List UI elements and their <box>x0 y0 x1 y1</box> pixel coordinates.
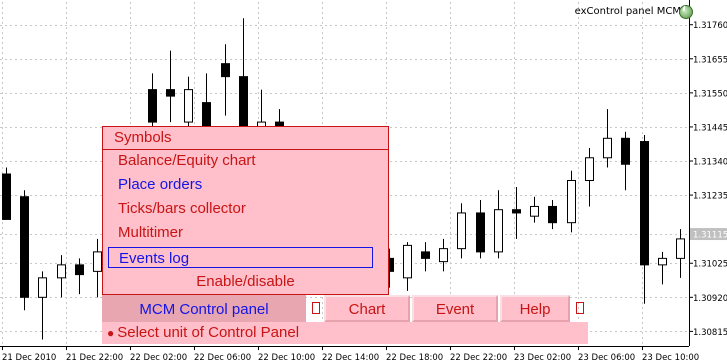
price-label: 1.31550 <box>693 89 727 99</box>
candle-body <box>476 212 485 253</box>
enable-disable-button[interactable]: Enable/disable <box>103 273 388 290</box>
time-label: 22 Dec 22:00 <box>450 353 507 363</box>
symbols-menu: Symbols Balance/Equity chart Place order… <box>102 126 389 295</box>
expert-advisor-title: exControl panel MCM <box>574 6 681 17</box>
menu-item-multitimer[interactable]: Multitimer <box>118 224 183 241</box>
candle-body <box>403 244 412 279</box>
menu-item-ticks-bars-collector[interactable]: Ticks/bars collector <box>118 200 246 217</box>
candle-body <box>567 179 576 224</box>
candle-body <box>421 251 430 259</box>
candle-body <box>184 89 193 123</box>
candle-body <box>57 264 66 279</box>
time-label: 22 Dec 14:00 <box>322 353 379 363</box>
price-label: 1.31445 <box>693 123 727 133</box>
status-text: Select unit of Control Panel <box>117 324 300 341</box>
time-label: 21 Dec 2010 <box>2 353 56 363</box>
time-label: 22 Dec 02:00 <box>130 353 187 363</box>
time-label: 23 Dec 02:00 <box>514 353 571 363</box>
candle-body <box>585 157 594 181</box>
price-label: 1.31340 <box>693 158 727 168</box>
candle-body <box>239 76 248 130</box>
candle-body <box>166 89 175 97</box>
current-price-label: 1.31115 <box>693 231 727 241</box>
help-button[interactable]: Help <box>500 295 570 322</box>
candle-body <box>548 205 557 224</box>
time-label: 22 Dec 18:00 <box>386 353 443 363</box>
time-label: 21 Dec 22:00 <box>66 353 123 363</box>
price-label: 1.31655 <box>693 55 727 65</box>
time-label: 22 Dec 06:00 <box>194 353 251 363</box>
control-bar: MCM Control panel Chart Event Help <box>102 295 588 322</box>
candle-body <box>439 248 448 263</box>
expert-advisor-icon[interactable] <box>679 5 693 19</box>
candle-body <box>148 89 157 123</box>
menu-item-balance-equity-chart[interactable]: Balance/Equity chart <box>118 152 256 169</box>
status-bullet-icon: ● <box>107 326 115 340</box>
price-label: 1.31025 <box>693 260 727 270</box>
price-label: 1.30920 <box>693 294 727 304</box>
candle-body <box>530 205 539 217</box>
candle-body <box>457 212 466 250</box>
menu-item-place-orders[interactable]: Place orders <box>118 176 202 193</box>
candle-body <box>93 251 102 272</box>
menu-item-events-log[interactable]: Events log <box>108 247 373 268</box>
candle-body <box>676 238 685 259</box>
minimize-icon[interactable] <box>312 302 320 314</box>
menu-header[interactable]: Symbols <box>103 127 388 150</box>
price-label: 1.31235 <box>693 192 727 202</box>
price-label: 1.31760 <box>693 21 727 31</box>
time-label: 23 Dec 06:00 <box>578 353 635 363</box>
candle-body <box>494 209 503 253</box>
candle-body <box>2 173 11 220</box>
event-button[interactable]: Event <box>412 295 498 322</box>
candle-body <box>603 137 612 159</box>
candle-body <box>38 277 47 298</box>
candle-body <box>75 264 84 276</box>
mcm-control-panel-button[interactable]: MCM Control panel <box>102 295 306 322</box>
price-label: 1.30815 <box>693 328 727 338</box>
candle-body <box>202 102 211 130</box>
candle-body <box>621 137 630 165</box>
candle-body <box>512 209 521 214</box>
time-label: 23 Dec 10:00 <box>642 353 699 363</box>
candle-body <box>658 257 667 266</box>
status-bar: ● Select unit of Control Panel <box>102 322 588 344</box>
candle-body <box>640 141 649 266</box>
chart-button[interactable]: Chart <box>324 295 410 322</box>
close-icon[interactable] <box>576 302 584 314</box>
time-label: 22 Dec 10:00 <box>258 353 315 363</box>
candle-body <box>20 196 29 298</box>
candle-body <box>221 63 230 78</box>
